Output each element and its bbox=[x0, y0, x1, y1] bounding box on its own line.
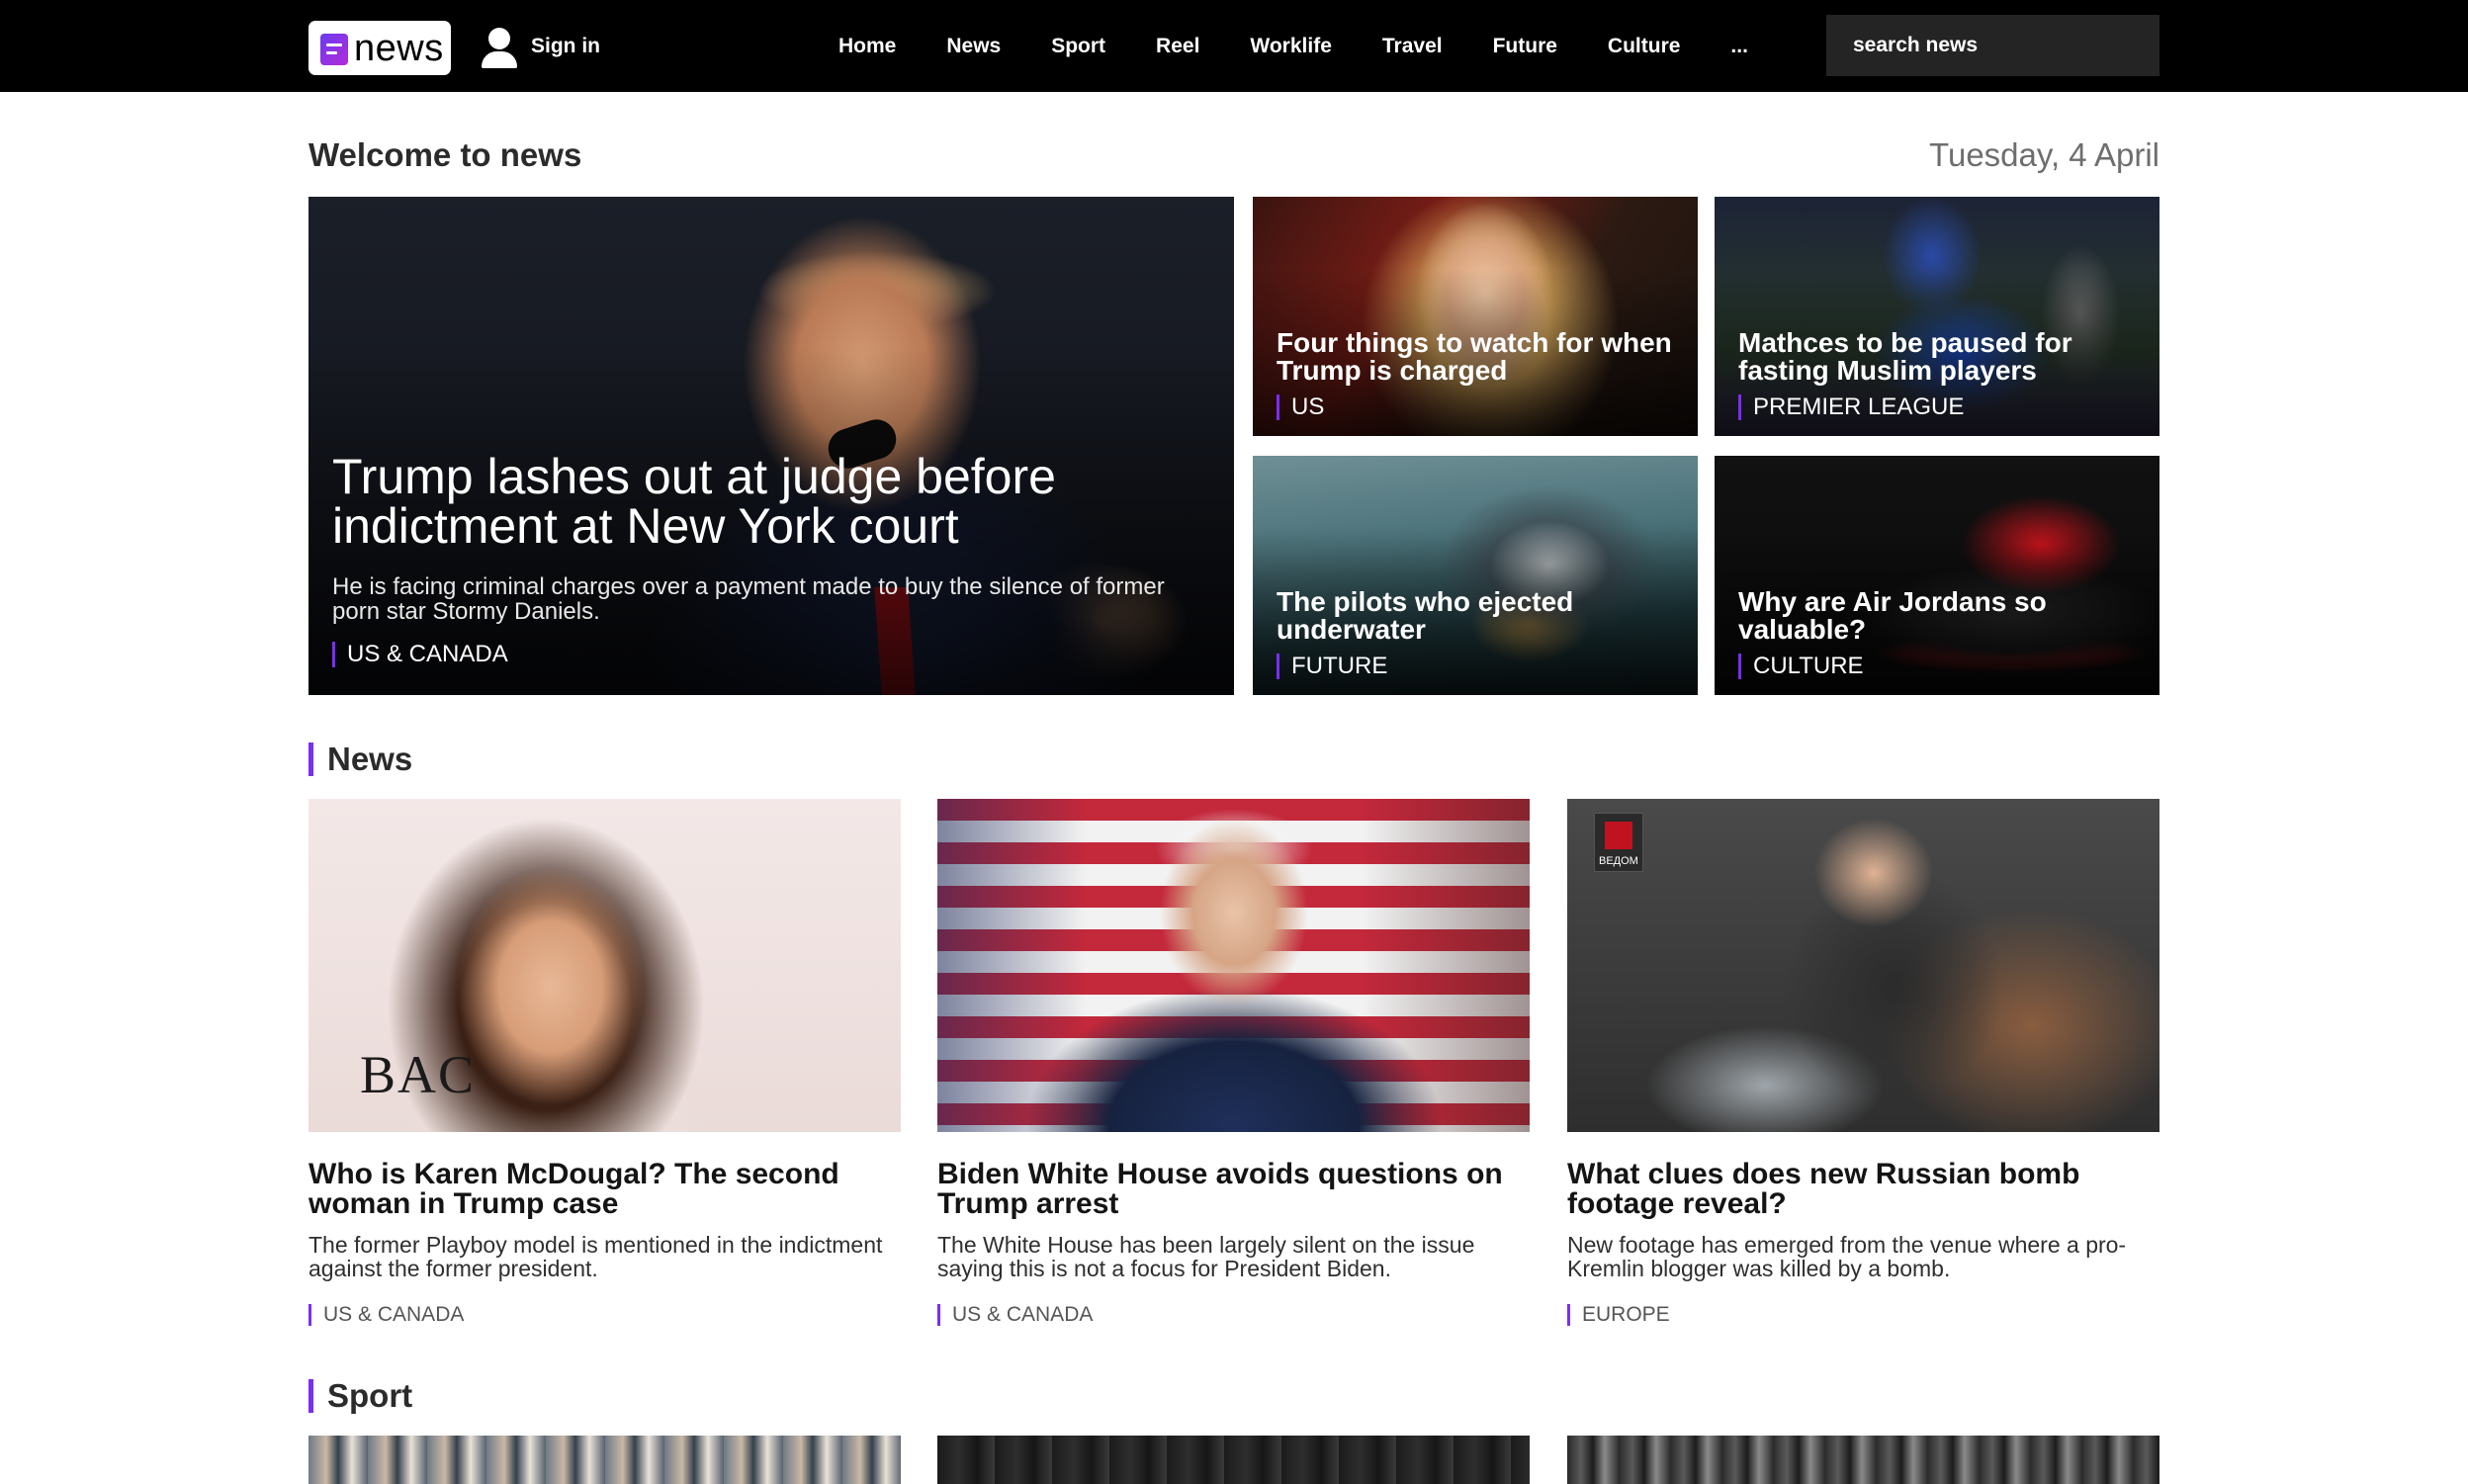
nav-item-more[interactable]: ... bbox=[1730, 35, 1748, 58]
article-thumbnail[interactable]: BAC bbox=[308, 799, 901, 1132]
sport-article-thumbnail[interactable] bbox=[937, 1436, 1530, 1484]
user-icon bbox=[478, 24, 521, 69]
site-logo[interactable]: news bbox=[308, 21, 451, 75]
hero-lead-summary: He is facing criminal charges over a pay… bbox=[332, 573, 1165, 625]
hero-tile-tag[interactable]: US bbox=[1277, 394, 1324, 420]
hero-tile-story[interactable]: Four things to watch for when Trump is c… bbox=[1253, 197, 1698, 436]
hero-lead-story[interactable]: Trump lashes out at judge before indictm… bbox=[308, 197, 1234, 695]
nav-item-worklife[interactable]: Worklife bbox=[1250, 35, 1331, 58]
top-navigation-bar: news Sign in Home News Sport Reel Workli… bbox=[0, 0, 2468, 92]
page-title: Welcome to news bbox=[308, 136, 582, 173]
nav-item-travel[interactable]: Travel bbox=[1382, 35, 1443, 58]
hero-tile-tag[interactable]: FUTURE bbox=[1277, 654, 1387, 679]
news-article-card[interactable]: BAC Who is Karen McDougal? The second wo… bbox=[308, 799, 901, 1326]
sign-in-label: Sign in bbox=[531, 35, 600, 57]
current-date: Tuesday, 4 April bbox=[1929, 136, 2160, 173]
thumbnail-backdrop-text: BAC bbox=[360, 1045, 477, 1104]
article-summary: The White House has been largely silent … bbox=[937, 1232, 1475, 1281]
hero-lead-tag[interactable]: US & CANADA bbox=[332, 642, 508, 667]
nav-item-news[interactable]: News bbox=[946, 35, 1001, 58]
article-tag[interactable]: EUROPE bbox=[1567, 1304, 1670, 1326]
article-summary: The former Playboy model is mentioned in… bbox=[308, 1232, 883, 1281]
logo-icon bbox=[320, 34, 348, 65]
hero-tile-story[interactable]: Why are Air Jordans so valuable? CULTURE bbox=[1715, 456, 2160, 695]
hero-tile-story[interactable]: Mathces to be paused for fasting Muslim … bbox=[1715, 197, 2160, 436]
search-box bbox=[1826, 15, 2160, 76]
nav-item-future[interactable]: Future bbox=[1493, 35, 1557, 58]
article-thumbnail[interactable] bbox=[937, 799, 1530, 1132]
sport-article-thumbnail[interactable] bbox=[308, 1436, 901, 1484]
search-input[interactable] bbox=[1853, 34, 2150, 57]
nav-item-culture[interactable]: Culture bbox=[1608, 35, 1681, 58]
section-title-news[interactable]: News bbox=[308, 742, 412, 776]
hero-tile-headline[interactable]: Why are Air Jordans so valuable? bbox=[1738, 588, 2144, 644]
nav-item-sport[interactable]: Sport bbox=[1051, 35, 1105, 58]
article-tag[interactable]: US & CANADA bbox=[937, 1304, 1093, 1326]
article-headline[interactable]: Biden White House avoids questions on Tr… bbox=[937, 1160, 1530, 1219]
channel-logo-text: ВЕДОМ bbox=[1599, 855, 1638, 867]
news-article-card[interactable]: Biden White House avoids questions on Tr… bbox=[937, 799, 1530, 1326]
article-headline[interactable]: Who is Karen McDougal? The second woman … bbox=[308, 1160, 901, 1219]
hero-tile-headline[interactable]: The pilots who ejected underwater bbox=[1277, 588, 1682, 644]
sport-article-thumbnail[interactable] bbox=[1567, 1436, 2160, 1484]
nav-item-reel[interactable]: Reel bbox=[1156, 35, 1199, 58]
hero-tile-headline[interactable]: Four things to watch for when Trump is c… bbox=[1277, 329, 1682, 385]
logo-text: news bbox=[354, 28, 444, 69]
hero-tile-tag[interactable]: PREMIER LEAGUE bbox=[1738, 394, 1964, 420]
article-summary: New footage has emerged from the venue w… bbox=[1567, 1232, 2127, 1281]
article-headline[interactable]: What clues does new Russian bomb footage… bbox=[1567, 1160, 2160, 1219]
hero-tile-story[interactable]: The pilots who ejected underwater FUTURE bbox=[1253, 456, 1698, 695]
article-tag[interactable]: US & CANADA bbox=[308, 1304, 464, 1326]
main-navigation: Home News Sport Reel Worklife Travel Fut… bbox=[838, 0, 1799, 92]
nav-item-home[interactable]: Home bbox=[838, 35, 896, 58]
hero-tile-headline[interactable]: Mathces to be paused for fasting Muslim … bbox=[1738, 329, 2144, 385]
news-article-card[interactable]: ВЕДОМ What clues does new Russian bomb f… bbox=[1567, 799, 2160, 1326]
channel-logo: ВЕДОМ bbox=[1594, 813, 1643, 872]
sign-in-button[interactable]: Sign in bbox=[478, 24, 600, 69]
hero-tile-tag[interactable]: CULTURE bbox=[1738, 654, 1864, 679]
section-title-sport[interactable]: Sport bbox=[308, 1379, 412, 1413]
article-thumbnail[interactable]: ВЕДОМ bbox=[1567, 799, 2160, 1132]
hero-lead-headline[interactable]: Trump lashes out at judge before indictm… bbox=[332, 452, 1210, 551]
